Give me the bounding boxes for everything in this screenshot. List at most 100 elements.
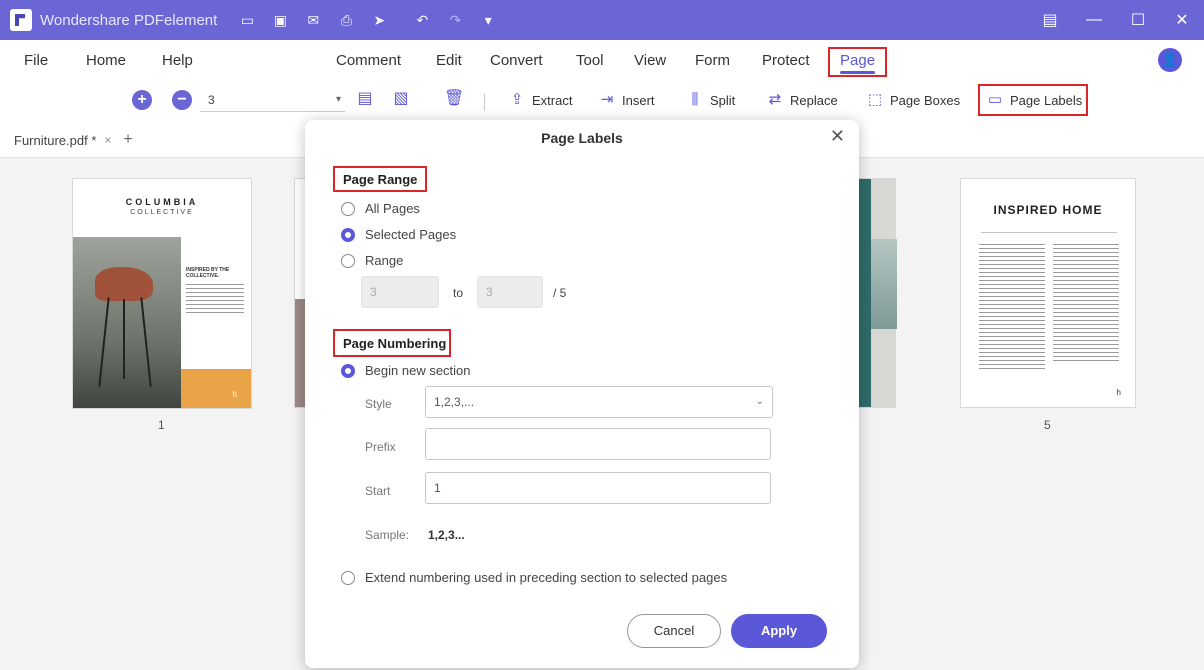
range-label: Range (365, 253, 404, 268)
feedback-icon[interactable]: ▤ (1028, 10, 1072, 30)
split-button[interactable]: ⫼ Split (686, 89, 736, 111)
radio-selected-pages[interactable]: Selected Pages (341, 227, 456, 242)
thumb5-subtitle-line (981, 229, 1117, 235)
undo-icon[interactable]: ↶ (414, 12, 430, 28)
thumb-title: COLUMBIA (125, 197, 199, 207)
menu-form[interactable]: Form (695, 52, 730, 69)
radio-button[interactable] (341, 201, 355, 216)
insert-label: Insert (622, 92, 655, 108)
thumb-text-lines (186, 281, 244, 313)
page-number-select[interactable]: 3 ▾ (200, 88, 345, 112)
quick-access-toolbar: ▭ ▣ ✉ ⎙ ➤ ↶ ↷ ▾ (239, 12, 496, 28)
split-icon: ⫼ (691, 91, 699, 108)
toolbar-separator (484, 93, 485, 111)
range-to-input[interactable]: 3 (477, 276, 543, 308)
prefix-label: Prefix (365, 440, 396, 454)
close-window-button[interactable]: ✕ (1160, 10, 1204, 30)
apply-button[interactable]: Apply (731, 614, 827, 648)
close-tab-icon[interactable]: × (104, 133, 111, 147)
replace-button[interactable]: ⇄ Replace (766, 89, 838, 111)
selected-pages-label: Selected Pages (365, 227, 457, 242)
begin-new-section-label: Begin new section (365, 363, 471, 378)
sample-label: Sample: (365, 528, 410, 542)
menu-convert[interactable]: Convert (490, 52, 543, 69)
page-number-5: 5 (1044, 418, 1051, 432)
highlight-page-range (333, 166, 427, 192)
menu-file[interactable]: File (24, 52, 48, 69)
extract-button[interactable]: ⇪ Extract (508, 89, 573, 111)
start-input[interactable]: 1 (425, 472, 771, 504)
menu-edit[interactable]: Edit (436, 52, 462, 69)
page-thumbnail-4[interactable] (858, 178, 897, 408)
customize-dropdown-icon[interactable]: ▾ (480, 12, 496, 28)
page-thumbnail-5[interactable]: INSPIRED HOME h (960, 178, 1136, 408)
highlight-page-numbering (333, 329, 451, 357)
split-label: Split (710, 92, 736, 108)
highlight-page-menu (828, 47, 887, 77)
thumb5-title: INSPIRED HOME (993, 203, 1103, 217)
page-thumbnail-1[interactable]: COLUMBIA COLLECTIVE INSPIRED BY THE COLL… (72, 178, 252, 409)
zoom-in-icon[interactable]: + (132, 90, 152, 110)
range-total-label: / 5 (553, 286, 567, 300)
radio-begin-new-section[interactable]: Begin new section (341, 363, 471, 378)
redo-icon[interactable]: ↷ (447, 12, 463, 28)
chair-leg (123, 299, 125, 379)
page-number-value: 3 (208, 93, 215, 107)
print-icon[interactable]: ⎙ (338, 12, 354, 28)
radio-button-selected[interactable] (341, 363, 355, 378)
page-boxes-button[interactable]: ⬚ Page Boxes (866, 89, 960, 111)
thumb5-column-right (1053, 241, 1119, 361)
share-icon[interactable]: ➤ (371, 12, 387, 28)
window-controls: ▤ — ☐ ✕ (1028, 0, 1204, 40)
minimize-button[interactable]: — (1072, 11, 1116, 29)
menu-help[interactable]: Help (162, 52, 193, 69)
radio-extend-numbering[interactable]: Extend numbering used in preceding secti… (341, 570, 727, 585)
menu-comment[interactable]: Comment (336, 52, 401, 69)
title-bar: Wondershare PDFelement ▭ ▣ ✉ ⎙ ➤ ↶ ↷ ▾ ▤… (0, 0, 1204, 40)
menu-view[interactable]: View (634, 52, 666, 69)
style-label: Style (365, 397, 392, 411)
menu-home[interactable]: Home (86, 52, 126, 69)
cancel-button[interactable]: Cancel (627, 614, 721, 648)
radio-button-selected[interactable] (341, 227, 355, 242)
maximize-button[interactable]: ☐ (1116, 10, 1160, 30)
delete-page-icon[interactable]: 🗑 (444, 89, 464, 109)
rotate-page-icon[interactable]: ▧ (392, 89, 410, 109)
email-icon[interactable]: ✉ (305, 12, 321, 28)
dialog-title: Page Labels (541, 130, 623, 146)
add-tab-icon[interactable]: + (123, 131, 132, 149)
insert-button[interactable]: ⇥ Insert (598, 89, 655, 111)
page-number-1: 1 (158, 418, 165, 432)
range-to-label: to (453, 286, 464, 300)
insert-page-icon[interactable]: ▤ (356, 89, 374, 109)
radio-range[interactable]: Range (341, 253, 403, 268)
replace-icon: ⇄ (768, 91, 782, 108)
zoom-out-icon[interactable]: − (172, 90, 192, 110)
highlight-page-labels (978, 84, 1088, 116)
radio-all-pages[interactable]: All Pages (341, 201, 420, 216)
replace-label: Replace (790, 92, 838, 108)
thumb5-column-left (979, 241, 1045, 371)
page-boxes-label: Page Boxes (890, 92, 961, 108)
app-logo-icon (10, 9, 32, 31)
menu-protect[interactable]: Protect (762, 52, 810, 69)
radio-button[interactable] (341, 253, 355, 268)
radio-button[interactable] (341, 570, 355, 585)
thumb-corner-letter: h (232, 390, 237, 399)
close-dialog-icon[interactable]: ✕ (830, 126, 845, 147)
user-avatar[interactable]: 👤 (1158, 48, 1182, 72)
chevron-down-icon: ▾ (335, 94, 341, 105)
page-labels-dialog: Page Labels ✕ Page Range All Pages Selec… (305, 120, 859, 668)
document-tab[interactable]: Furniture.pdf * × + (14, 131, 133, 149)
menu-tool[interactable]: Tool (576, 52, 604, 69)
open-folder-icon[interactable]: ▭ (239, 12, 255, 28)
thumb-orange-block: h (181, 369, 251, 408)
sample-value: 1,2,3... (428, 528, 465, 542)
extract-label: Extract (532, 92, 573, 108)
prefix-input[interactable] (425, 428, 771, 460)
style-select[interactable]: 1,2,3,... ⌄ (425, 386, 773, 418)
range-from-input[interactable]: 3 (361, 276, 439, 308)
menu-bar: File Home Help Comment Edit Convert Tool… (0, 40, 1204, 84)
save-icon[interactable]: ▣ (272, 12, 288, 28)
chair-seat-shape (95, 267, 153, 301)
